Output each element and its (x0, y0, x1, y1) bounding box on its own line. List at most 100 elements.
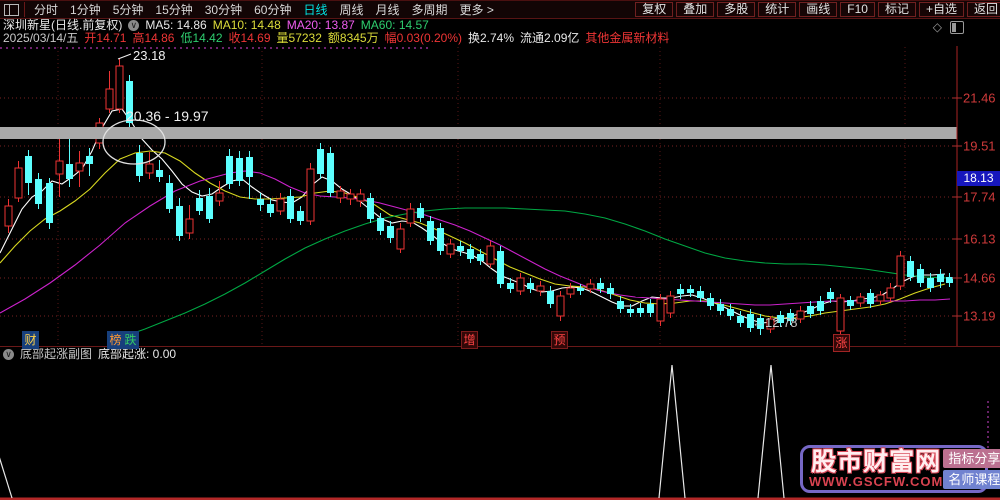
candle-down (297, 211, 304, 221)
axis-tick-label: 16.13 (963, 232, 996, 247)
candle-down (377, 218, 384, 231)
candle-down (637, 308, 644, 313)
axis-tick-label: 13.19 (963, 309, 996, 324)
candle-down (387, 226, 394, 238)
last-price-tag: 18.13 (957, 171, 1000, 186)
event-marker-跌[interactable]: 跌 (122, 331, 139, 349)
candle-down (607, 288, 614, 294)
subpanel-title[interactable]: 底部起涨副图 (20, 348, 92, 361)
candle-down (317, 149, 324, 174)
candle-up (56, 161, 63, 174)
candle-up (307, 169, 314, 221)
axis-tick-label: 21.46 (963, 91, 996, 106)
candle-down (577, 288, 584, 291)
candle-up (347, 194, 354, 199)
axis-tick-label: 17.74 (963, 190, 996, 205)
candle-down (687, 289, 694, 293)
indicator-spike (758, 365, 784, 498)
candle-up (407, 209, 414, 223)
axis-tick-label: 14.66 (963, 271, 996, 286)
candle-up (667, 296, 674, 313)
subpanel-value: 底部起涨: 0.00 (98, 348, 176, 361)
candle-up (537, 286, 544, 291)
high-price-annotation: 23.18 (133, 48, 166, 63)
candle-down (937, 274, 944, 282)
candle-up (557, 296, 564, 316)
candle-up (337, 191, 344, 198)
ma-line-MA20 (0, 171, 950, 313)
candle-down (246, 157, 253, 177)
candle-down (267, 204, 274, 213)
candle-up (15, 168, 22, 198)
candle-down (196, 198, 203, 211)
candle-down (287, 196, 294, 219)
candle-down (727, 309, 734, 316)
candle-down (427, 221, 434, 241)
gap-annotation: 20.36 - 19.97 (126, 108, 209, 124)
candle-down (226, 156, 233, 184)
ma-line-MA10 (0, 151, 945, 318)
candle-up (487, 246, 494, 264)
candle-down (457, 246, 464, 251)
candle-up (76, 163, 83, 171)
candle-down (827, 292, 834, 299)
event-marker-财[interactable]: 财 (22, 331, 39, 349)
candle-up (587, 284, 594, 289)
candle-down (66, 164, 73, 179)
event-marker-增[interactable]: 增 (461, 331, 478, 349)
candle-down (176, 206, 183, 236)
candle-down (477, 254, 484, 261)
candle-up (447, 244, 454, 254)
candle-up (5, 206, 12, 226)
candle-up (657, 299, 664, 321)
candle-down (946, 277, 953, 283)
candle-down (737, 316, 744, 323)
candle-up (877, 295, 884, 301)
candle-down (156, 170, 163, 177)
candle-down (847, 300, 854, 306)
candle-up (897, 256, 904, 286)
candle-down (917, 269, 924, 283)
candle-up (567, 288, 574, 294)
event-marker-涨[interactable]: 涨 (833, 334, 850, 352)
candle-down (257, 199, 264, 205)
candle-down (166, 183, 173, 209)
candle-down (527, 283, 534, 289)
watermark-url: WWW.GSCFW.COM (809, 475, 943, 489)
watermark-badge-indicators: 指标分享 (943, 449, 1000, 468)
watermark-badge-courses: 名师课程 (943, 470, 1000, 489)
candle-up (186, 219, 193, 233)
axis-tick-label: 19.51 (963, 139, 996, 154)
low-price-annotation: ←12.78 (752, 315, 798, 330)
event-marker-预[interactable]: 预 (551, 331, 568, 349)
candle-down (35, 179, 42, 204)
candle-up (357, 194, 364, 201)
indicator-spike-partial (0, 453, 12, 498)
candle-up (397, 229, 404, 249)
watermark: 股市财富网 WWW.GSCFW.COM 指标分享 名师课程 (800, 445, 988, 493)
candle-up (277, 199, 284, 211)
high-pointer-line (118, 54, 131, 59)
candle-down (717, 304, 724, 311)
candle-down (807, 306, 814, 314)
candle-up (797, 311, 804, 319)
candle-up (517, 278, 524, 291)
candle-down (627, 309, 634, 313)
candle-down (497, 251, 504, 284)
indicator-spike (659, 365, 685, 498)
candle-up (857, 297, 864, 303)
watermark-site-name: 股市财富网 (811, 449, 941, 475)
candle-down (437, 228, 444, 251)
candle-down (817, 301, 824, 311)
subpanel-collapse-icon[interactable]: ∨ (3, 349, 14, 360)
candle-down (907, 261, 914, 277)
candle-down (617, 301, 624, 309)
candle-down (867, 293, 874, 304)
candle-down (367, 198, 374, 219)
candle-up (216, 193, 223, 201)
candle-up (887, 288, 894, 298)
candle-down (46, 183, 53, 223)
candle-down (507, 283, 514, 289)
candle-down (417, 208, 424, 218)
candle-up (116, 66, 123, 109)
